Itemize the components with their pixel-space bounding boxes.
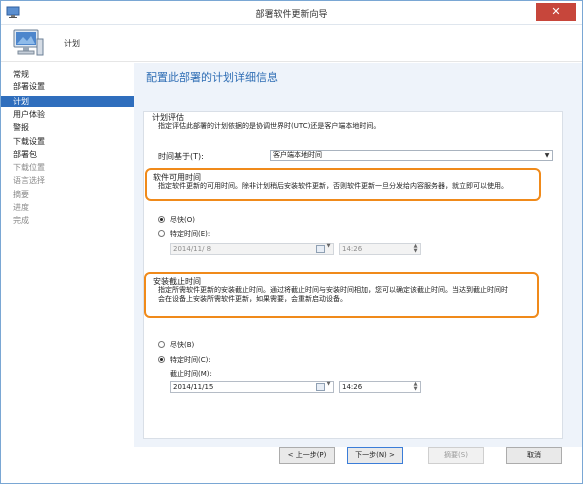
deadline-asap-label: 尽快(B) [170,341,195,349]
availability-specific-radio[interactable] [158,230,165,237]
cancel-button[interactable]: 取消 [506,447,562,464]
nav-item-download-settings[interactable]: 下载设置 [1,136,134,147]
availability-asap-label: 尽快(O) [170,216,195,224]
nav-item-alerts[interactable]: 警报 [1,122,134,133]
deadline-time-label: 截止时间(M): [170,370,212,378]
availability-time-field: 14:26 ▲ ▼ [339,243,421,255]
calendar-icon[interactable] [316,383,325,391]
summary-button: 摘要(S) [428,447,484,464]
deadline-specific-label: 特定时间(C): [170,356,211,364]
nav-item-general[interactable]: 常规 [1,69,134,80]
spinner-icon: ▲ ▼ [413,243,418,254]
deadline-date-field[interactable]: 2014/11/15 ▼ [170,381,334,393]
chevron-down-icon: ▼ [544,152,550,159]
deadline-date-value: 2014/11/15 [173,383,214,391]
deadline-time-value: 14:26 [342,383,363,391]
chevron-down-icon: ▼ [326,243,331,249]
computer-icon [13,29,44,56]
nav-item-user-experience[interactable]: 用户体验 [1,109,134,120]
availability-desc: 指定软件更新的可用时间。除非计划稍后安装软件更新，否则软件更新一旦分发给内容服务… [158,182,508,190]
nav-item-completion: 完成 [13,216,29,225]
page-title: 配置此部署的计划详细信息 [146,71,278,84]
nav-item-language-selection: 语言选择 [13,176,45,185]
back-button[interactable]: < 上一步(P) [279,447,335,464]
close-button[interactable]: ✕ [536,3,576,21]
deadline-desc-line1: 指定所需软件更新的安装截止时间。通过将截止时间与安装时间相加，您可以确定该截止时… [158,286,508,294]
chevron-down-icon[interactable]: ▼ [325,382,332,392]
nav-item-schedule[interactable]: 计划 [1,96,134,107]
step-title: 计划 [64,39,80,48]
time-based-value: 客户端本地时间 [273,151,322,159]
availability-date-value: 2014/11/ 8 [173,245,212,253]
nav-item-progress: 进度 [13,203,29,212]
deadline-asap-radio[interactable] [158,341,165,348]
deadline-desc-line2: 会在设备上安装所需软件更新，如果需要，会重新启动设备。 [158,295,347,303]
time-based-label: 时间基于(T): [158,152,204,161]
nav-item-download-location: 下载位置 [13,163,45,172]
schedule-eval-desc: 指定评估此部署的计划依据的是协调世界时(UTC)还是客户端本地时间。 [158,122,381,130]
wizard-nav: 常规 部署设置 计划 用户体验 警报 下载设置 部署包 下载位置 语言选择 摘要… [1,63,134,447]
nav-item-deployment-package[interactable]: 部署包 [1,149,134,160]
availability-date-field: 2014/11/ 8 ▼ [170,243,334,255]
availability-time-value: 14:26 [342,245,363,253]
availability-specific-label: 特定时间(E): [170,230,211,238]
title-bar: 部署软件更新向导 ✕ [1,1,582,25]
deadline-specific-radio[interactable] [158,356,165,363]
availability-asap-radio[interactable] [158,216,165,223]
nav-item-deployment-settings[interactable]: 部署设置 [1,81,134,92]
wizard-header: 计划 [1,25,582,62]
window-title: 部署软件更新向导 [255,10,328,20]
spinner-icon[interactable]: ▲ ▼ [412,382,419,392]
deadline-time-field[interactable]: 14:26 ▲ ▼ [339,381,421,393]
next-button[interactable]: 下一步(N) > [347,447,403,464]
calendar-icon [316,245,325,253]
time-based-select[interactable]: 客户端本地时间 ▼ [270,150,553,161]
wizard-window: 部署软件更新向导 ✕ 计划 常规 部署设置 计划 用户体验 警报 下载设置 部署… [0,0,583,484]
nav-item-summary: 摘要 [13,190,29,199]
